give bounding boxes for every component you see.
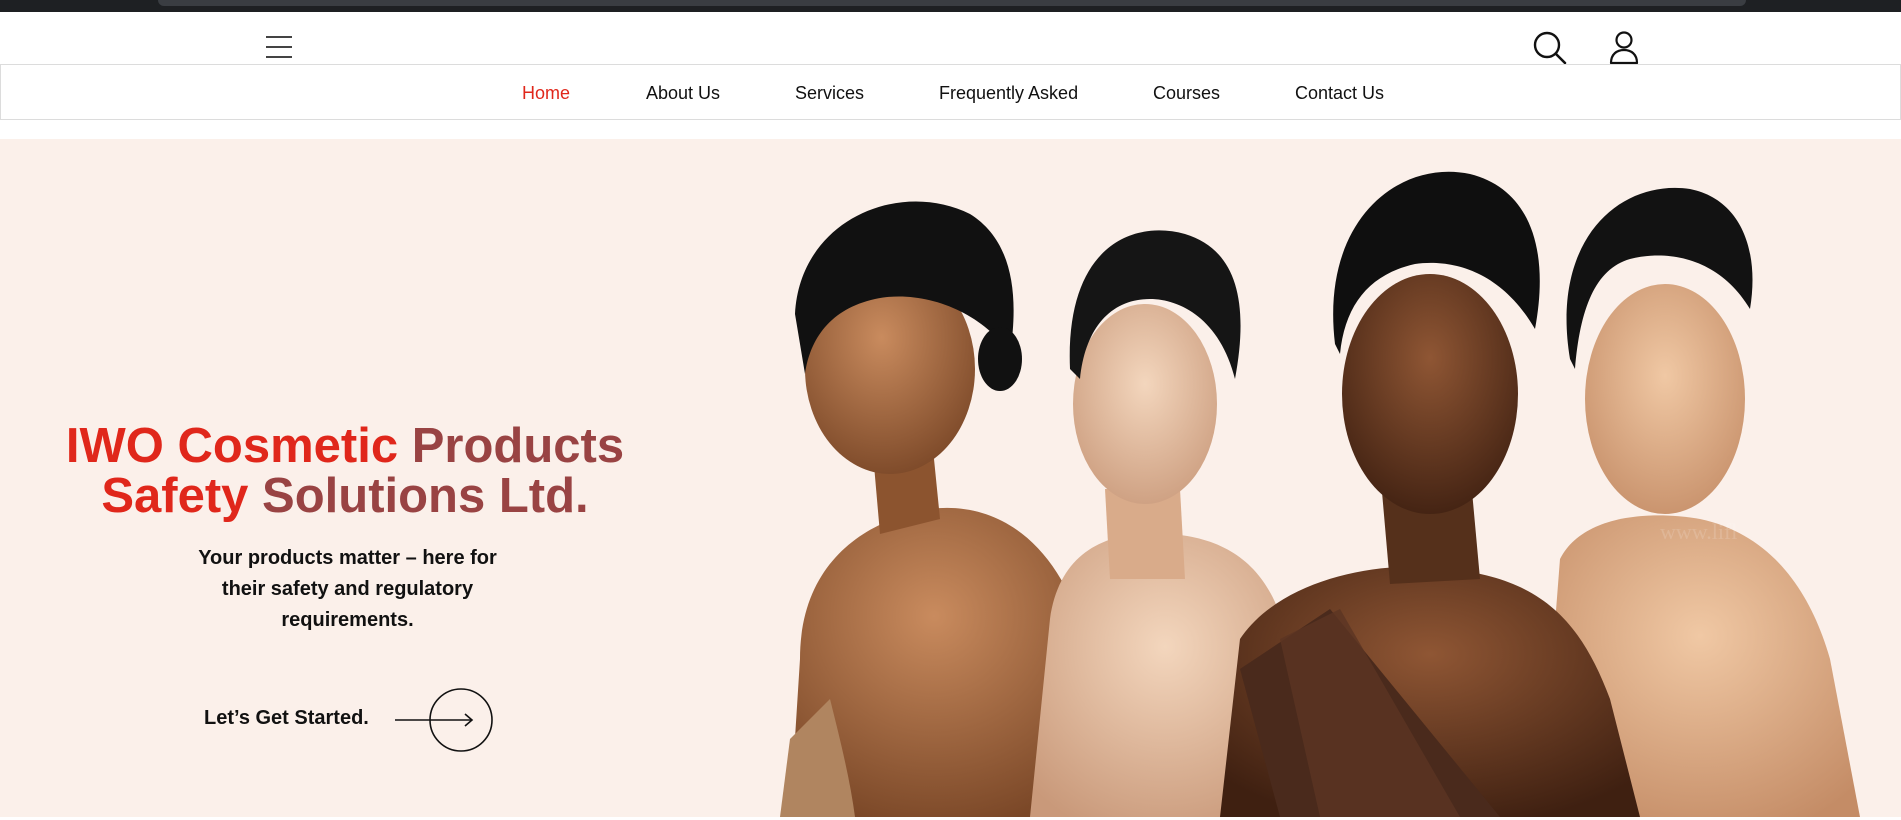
get-started-link[interactable]: Let’s Get Started. xyxy=(204,707,369,730)
nav-item-contact-us[interactable]: Contact Us xyxy=(1295,83,1384,104)
browser-address-bar-edge xyxy=(158,0,1746,6)
nav-item-courses[interactable]: Courses xyxy=(1153,83,1220,104)
hero-title-line1-dark: Products xyxy=(411,419,625,473)
search-icon[interactable] xyxy=(1532,30,1568,66)
hero-title: IWO Cosmetic Products Safety Solutions L… xyxy=(20,421,670,521)
hero-title-line1-red: IWO Cosmetic xyxy=(65,419,399,473)
hero-title-line2-red: Safety xyxy=(101,469,249,523)
svg-text:www.lifl: www.lifl xyxy=(1660,519,1737,544)
hamburger-menu-icon[interactable] xyxy=(266,36,292,58)
arrow-right-circle-icon[interactable] xyxy=(393,687,495,753)
browser-top-strip xyxy=(0,0,1901,12)
main-navigation: Home About Us Services Frequently Asked … xyxy=(0,64,1901,120)
models-photo: www.lifl xyxy=(780,171,1860,817)
hero-section: IWO Cosmetic Products Safety Solutions L… xyxy=(0,139,1901,817)
nav-item-home[interactable]: Home xyxy=(522,83,570,104)
user-account-icon[interactable] xyxy=(1608,30,1640,66)
top-bar xyxy=(0,12,1901,66)
hero-subtitle: Your products matter – here for their sa… xyxy=(198,547,497,631)
nav-item-about-us[interactable]: About Us xyxy=(646,83,720,104)
nav-item-frequently-asked[interactable]: Frequently Asked xyxy=(939,83,1078,104)
hero-title-line2-dark: Solutions Ltd. xyxy=(262,469,589,523)
nav-item-services[interactable]: Services xyxy=(795,83,864,104)
